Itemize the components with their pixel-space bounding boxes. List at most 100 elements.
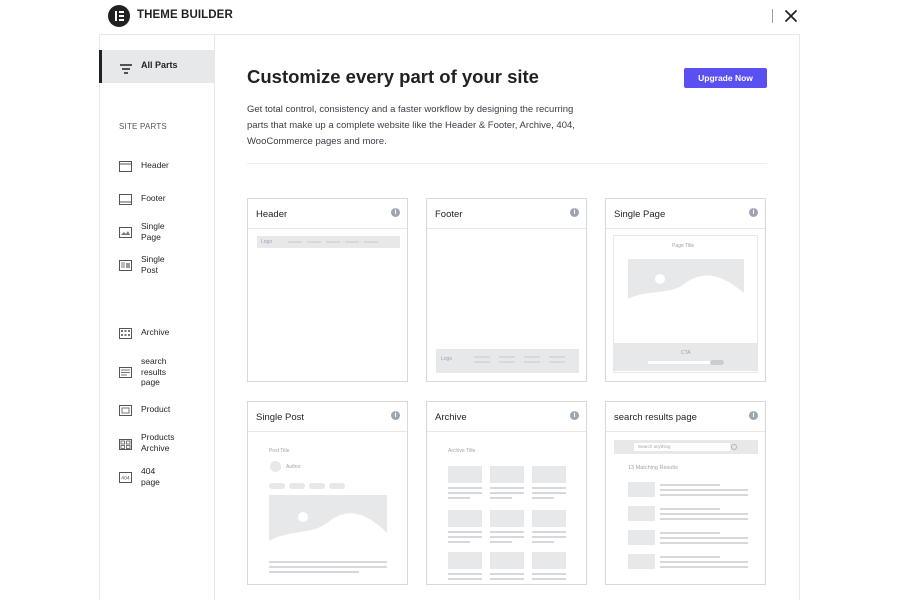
preview-archive-thumb	[490, 466, 524, 483]
preview-text-line	[660, 489, 748, 491]
preview-text-line	[660, 494, 748, 496]
preview-text-line	[448, 497, 470, 499]
preview-text-line	[660, 484, 720, 486]
sidebar-item-label: Single Page	[141, 221, 165, 242]
preview-archive-thumb	[532, 552, 566, 569]
sidebar: All Parts SITE PARTS Header Footer Singl…	[99, 35, 215, 600]
preview-text-line	[660, 537, 748, 539]
preview-archive-thumb	[490, 510, 524, 527]
preview-archive-thumb	[448, 510, 482, 527]
info-icon[interactable]: i	[570, 208, 579, 217]
preview-text-line	[490, 487, 524, 489]
404-icon: 404	[119, 470, 132, 483]
app-title: THEME BUILDER	[137, 9, 233, 21]
template-card-header[interactable]: Header i Logo	[247, 198, 408, 382]
preview-logo-text: Logo	[261, 239, 273, 245]
preview-text-line	[490, 497, 512, 499]
info-icon[interactable]: i	[570, 411, 579, 420]
preview-text-line	[448, 541, 470, 543]
preview-result-thumb	[628, 554, 655, 569]
preview-post-image	[269, 495, 387, 553]
template-card-search-results[interactable]: search results page i Search anything 13…	[605, 401, 766, 585]
section-divider	[247, 163, 767, 164]
preview-text-line	[532, 541, 554, 543]
top-bar: THEME BUILDER	[0, 0, 900, 34]
info-icon[interactable]: i	[749, 411, 758, 420]
preview-text-line	[660, 561, 748, 563]
sidebar-item-label: search results page	[141, 356, 167, 387]
preview-search-icon	[731, 444, 737, 450]
card-title: Archive	[435, 412, 467, 423]
preview-archive-title: Archive Title	[448, 448, 476, 454]
single-post-icon	[119, 258, 132, 271]
footer-icon	[119, 192, 132, 205]
preview-cta-text: CTA	[681, 350, 691, 356]
preview-text-line	[490, 541, 512, 543]
preview-text-line	[532, 578, 566, 580]
card-preview: Search anything 13 Matching Results	[606, 432, 765, 584]
preview-text-line	[660, 542, 748, 544]
preview-cta-button	[710, 360, 724, 365]
sidebar-item-label: Single Post	[141, 254, 165, 275]
sidebar-item-all-parts[interactable]: All Parts	[99, 50, 215, 83]
preview-text-line	[269, 571, 359, 573]
preview-text-line	[660, 556, 720, 558]
products-archive-icon	[119, 437, 132, 450]
preview-cta-band	[614, 343, 757, 371]
card-preview: Logo	[248, 229, 407, 381]
preview-nav-line	[345, 241, 359, 243]
card-preview: Logo	[427, 229, 586, 381]
preview-text-line	[532, 536, 566, 538]
preview-text-line	[490, 492, 524, 494]
sidebar-item-label: 404 page	[141, 466, 160, 487]
preview-footer-line	[524, 356, 540, 358]
svg-text:404: 404	[121, 476, 130, 482]
upgrade-now-button[interactable]: Upgrade Now	[684, 68, 767, 88]
preview-text-line	[269, 561, 387, 563]
elementor-logo-icon	[108, 5, 130, 27]
info-icon[interactable]: i	[749, 208, 758, 217]
page-description: Get total control, consistency and a fas…	[247, 104, 575, 147]
info-icon[interactable]: i	[391, 208, 400, 217]
template-card-single-post[interactable]: Single Post i Post Title Author	[247, 401, 408, 585]
card-preview: Archive Title	[427, 432, 586, 584]
search-results-icon	[119, 365, 132, 378]
preview-text-line	[532, 573, 566, 575]
card-title: Header	[256, 209, 288, 220]
preview-text-line	[490, 536, 524, 538]
preview-text-line	[448, 531, 482, 533]
filter-icon	[120, 61, 132, 74]
preview-hero-image	[628, 259, 744, 311]
preview-text-line	[490, 573, 524, 575]
preview-archive-thumb	[448, 552, 482, 569]
preview-page-title: Page Title	[672, 243, 695, 249]
sidebar-item-label: Product	[141, 404, 171, 414]
preview-nav-line	[288, 241, 302, 243]
preview-nav-line	[326, 241, 340, 243]
preview-author-avatar	[270, 461, 281, 472]
preview-matching-results: 13 Matching Results	[628, 465, 678, 471]
template-card-footer[interactable]: Footer i Logo	[426, 198, 587, 382]
preview-result-thumb	[628, 506, 655, 521]
preview-archive-thumb	[490, 552, 524, 569]
info-icon[interactable]: i	[391, 411, 400, 420]
preview-text-line	[532, 492, 566, 494]
preview-text-line	[269, 566, 387, 568]
header-divider	[772, 9, 773, 23]
preview-result-thumb	[628, 482, 655, 497]
preview-archive-thumb	[448, 466, 482, 483]
product-icon	[119, 403, 132, 416]
preview-post-title: Post Title	[269, 448, 290, 454]
preview-footer-line	[524, 361, 540, 363]
sidebar-item-label: Footer	[141, 193, 166, 203]
close-icon[interactable]	[782, 7, 800, 25]
preview-text-line	[448, 536, 482, 538]
page-title: Customize every part of your site	[247, 66, 539, 87]
template-card-archive[interactable]: Archive i Archive Title	[426, 401, 587, 585]
preview-archive-thumb	[532, 510, 566, 527]
sidebar-item-label: Header	[141, 160, 169, 170]
preview-footer-line	[549, 356, 565, 358]
card-title: Single Post	[256, 412, 305, 423]
template-card-single-page[interactable]: Single Page i Page Title CTA	[605, 198, 766, 382]
preview-text-line	[660, 518, 748, 520]
